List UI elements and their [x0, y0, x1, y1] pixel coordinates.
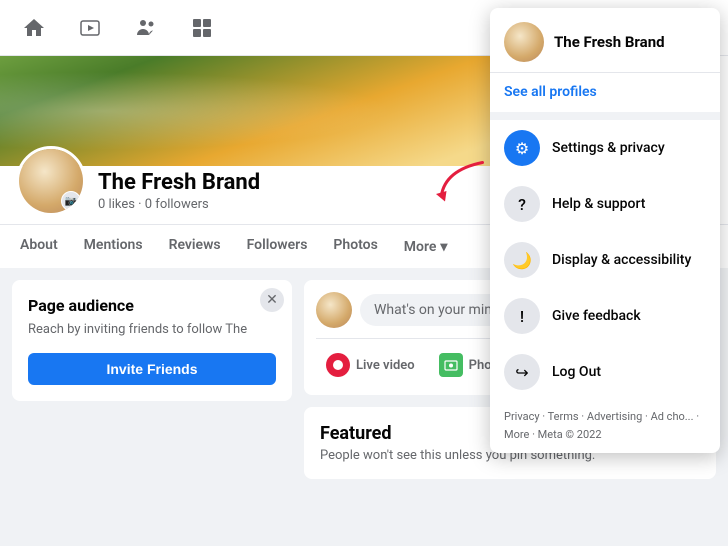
dropdown-avatar — [504, 22, 544, 62]
nav-left — [16, 10, 220, 46]
menu-logout-label: Log Out — [552, 364, 601, 380]
more-label: More — [404, 239, 437, 255]
tab-about[interactable]: About — [8, 229, 70, 264]
menu-item-help[interactable]: ? Help & support — [490, 176, 720, 232]
home-icon[interactable] — [16, 10, 52, 46]
live-video-label: Live video — [356, 358, 415, 373]
video-icon[interactable] — [72, 10, 108, 46]
post-avatar — [316, 292, 352, 328]
dropdown-profile-name: The Fresh Brand — [554, 33, 665, 51]
question-icon: ? — [504, 186, 540, 222]
tab-photos[interactable]: Photos — [321, 229, 389, 264]
tab-more[interactable]: More ▾ — [392, 231, 460, 263]
menu-settings-label: Settings & privacy — [552, 140, 665, 156]
profile-name: The Fresh Brand — [98, 170, 260, 195]
chevron-down-icon: ▾ — [440, 239, 447, 255]
camera-icon[interactable]: 📷 — [61, 191, 81, 211]
menu-item-logout[interactable]: ↪ Log Out — [490, 344, 720, 400]
flag-icon: ! — [504, 298, 540, 334]
left-panel: ✕ Page audience Reach by inviting friend… — [12, 280, 292, 479]
profile-meta: 0 likes · 0 followers — [98, 197, 260, 212]
menu-feedback-label: Give feedback — [552, 308, 641, 324]
menu-item-feedback[interactable]: ! Give feedback — [490, 288, 720, 344]
logout-icon: ↪ — [504, 354, 540, 390]
menu-item-display[interactable]: 🌙 Display & accessibility — [490, 232, 720, 288]
see-all-profiles: See all profiles — [490, 73, 720, 120]
see-all-profiles-link[interactable]: See all profiles — [504, 84, 597, 100]
pages-icon[interactable] — [184, 10, 220, 46]
live-dot-icon — [326, 353, 350, 377]
friends-icon[interactable] — [128, 10, 164, 46]
gear-icon: ⚙ — [504, 130, 540, 166]
dropdown-menu: The Fresh Brand See all profiles ⚙ Setti… — [490, 8, 720, 453]
menu-display-label: Display & accessibility — [552, 252, 691, 268]
tab-followers[interactable]: Followers — [235, 229, 320, 264]
profile-picture[interactable]: 📷 — [16, 146, 86, 216]
dropdown-profile-row[interactable]: The Fresh Brand — [490, 8, 720, 73]
live-video-button[interactable]: Live video — [316, 347, 425, 383]
menu-item-settings[interactable]: ⚙ Settings & privacy — [490, 120, 720, 176]
photo-icon — [439, 353, 463, 377]
tab-reviews[interactable]: Reviews — [157, 229, 233, 264]
profile-name-block: The Fresh Brand 0 likes · 0 followers — [98, 170, 260, 216]
audience-title: Page audience — [28, 296, 276, 315]
close-button[interactable]: ✕ — [260, 288, 284, 312]
menu-help-label: Help & support — [552, 196, 645, 212]
moon-icon: 🌙 — [504, 242, 540, 278]
audience-desc: Reach by inviting friends to follow The — [28, 321, 276, 339]
tab-mentions[interactable]: Mentions — [72, 229, 155, 264]
dropdown-footer: Privacy · Terms · Advertising · Ad cho..… — [490, 400, 720, 453]
invite-friends-button[interactable]: Invite Friends — [28, 353, 276, 385]
audience-card: ✕ Page audience Reach by inviting friend… — [12, 280, 292, 401]
